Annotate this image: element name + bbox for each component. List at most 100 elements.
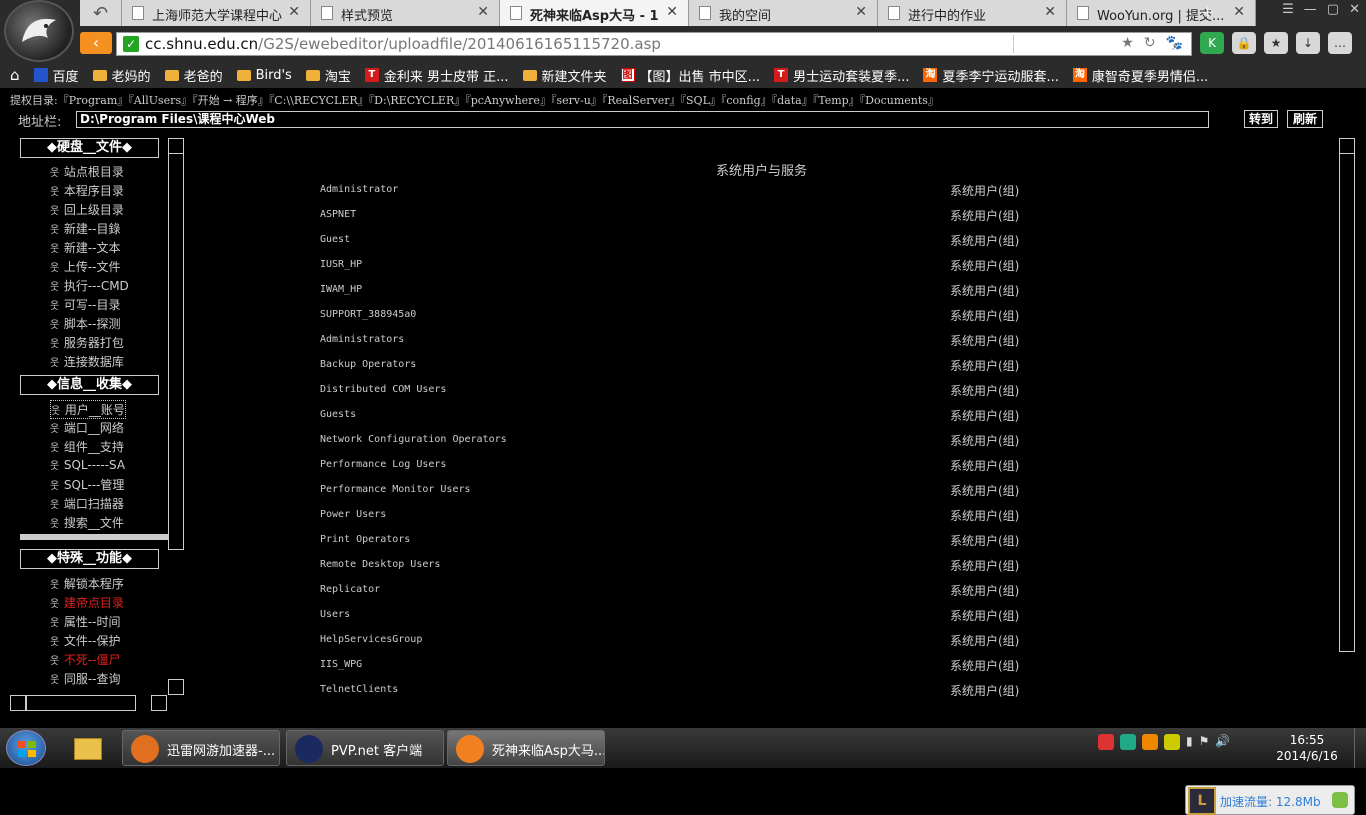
- browser-logo-icon[interactable]: [4, 0, 74, 62]
- menu-item[interactable]: 웃 搜索__文件: [50, 514, 124, 531]
- flag-icon[interactable]: ⚑: [1199, 734, 1210, 750]
- taskbar-item[interactable]: 死神来临Asp大马...: [447, 730, 605, 766]
- go-button[interactable]: 转到: [1244, 110, 1278, 128]
- qq-icon[interactable]: [1164, 734, 1180, 750]
- menu-item[interactable]: 웃 回上级目录: [50, 201, 124, 218]
- close-tab-icon[interactable]: ✕: [1044, 4, 1056, 20]
- menu-item[interactable]: 웃 SQL---管理: [50, 476, 124, 493]
- close-tab-icon[interactable]: ✕: [666, 4, 678, 20]
- bookmark-item[interactable]: T 男士运动套装夏季...: [774, 66, 909, 85]
- tool-icon[interactable]: [1142, 734, 1158, 750]
- start-button[interactable]: [6, 730, 46, 766]
- k-extension-icon[interactable]: K: [1200, 32, 1224, 54]
- download-icon[interactable]: ↓: [1296, 32, 1320, 54]
- volume-icon[interactable]: 🔊: [1215, 734, 1230, 750]
- bookmark-item[interactable]: 新建文件夹: [522, 66, 607, 85]
- scroll-arrow-button[interactable]: [168, 138, 184, 154]
- menu-item[interactable]: 웃 服务器打包: [50, 334, 124, 351]
- close-tab-icon[interactable]: ✕: [1233, 4, 1245, 20]
- scroll-arrow-button[interactable]: [10, 695, 26, 711]
- url-bar[interactable]: ✓ cc.shnu.edu.cn/G2S/ewebeditor/uploadfi…: [116, 32, 1192, 56]
- favorites-icon[interactable]: ★: [1264, 32, 1288, 54]
- scroll-arrow-button[interactable]: [168, 679, 184, 695]
- menu-item[interactable]: 웃 端口扫描器: [50, 495, 124, 512]
- browser-tab[interactable]: 样式预览 ✕: [311, 0, 500, 26]
- close-tab-icon[interactable]: ✕: [477, 4, 489, 20]
- menu-item[interactable]: 웃 SQL-----SA: [50, 457, 125, 472]
- more-icon[interactable]: …: [1328, 32, 1352, 54]
- person-icon: 웃: [50, 500, 60, 511]
- menu-item[interactable]: 웃 用户__账号: [50, 400, 126, 419]
- taskbar-item[interactable]: 迅雷网游加速器-...: [122, 730, 280, 766]
- menu-item[interactable]: 웃 文件--保护: [50, 632, 121, 649]
- explorer-taskbar-button[interactable]: [62, 730, 114, 766]
- network-icon[interactable]: ▮: [1186, 734, 1193, 750]
- refresh-button[interactable]: 刷新: [1287, 110, 1323, 128]
- browser-chrome: ↶ 上海师范大学课程中心 ✕ 样式预览 ✕ 死神来临Asp大马 - 1 ✕ 我的空间 ✕ 进行中…: [0, 0, 1366, 88]
- url-text[interactable]: cc.shnu.edu.cn/G2S/ewebeditor/uploadfile…: [145, 35, 661, 53]
- path-input[interactable]: D:\Program Files\课程中心Web: [76, 111, 1209, 128]
- close-window-button[interactable]: ✕: [1349, 2, 1360, 17]
- bookmark-item[interactable]: 百度: [33, 66, 79, 85]
- menu-item[interactable]: 웃 可写--目录: [50, 296, 121, 313]
- menu-item[interactable]: 웃 上传--文件: [50, 258, 121, 275]
- menu-icon[interactable]: ☰: [1282, 2, 1294, 17]
- left-hscroll-thumb[interactable]: [26, 695, 136, 711]
- clock[interactable]: 16:55 2014/6/16: [1272, 732, 1342, 764]
- menu-item[interactable]: 웃 端口__网络: [50, 419, 124, 436]
- right-scrollbar[interactable]: [1339, 138, 1355, 652]
- scroll-arrow-button[interactable]: [151, 695, 167, 711]
- flow-widget[interactable]: L 加速流量: 12.8Mb: [1185, 785, 1355, 815]
- sogou-icon[interactable]: [1098, 734, 1114, 750]
- left-scrollbar[interactable]: [168, 138, 184, 550]
- app-icon: [295, 735, 323, 763]
- menu-item[interactable]: 웃 新建--目錄: [50, 220, 121, 237]
- menu-item[interactable]: 웃 站点根目录: [50, 163, 124, 180]
- bookmark-item[interactable]: 淘夏季李宁运动服套...: [923, 66, 1059, 85]
- bookmark-item[interactable]: 老妈的: [92, 66, 151, 85]
- minimize-button[interactable]: —: [1304, 2, 1317, 17]
- menu-item[interactable]: 웃 新建--文本: [50, 239, 121, 256]
- menu-item[interactable]: 웃 组件__支持: [50, 438, 124, 455]
- bookmark-item[interactable]: 淘宝: [305, 66, 351, 85]
- browser-tab[interactable]: WooYun.org | 提交... ✕: [1067, 0, 1256, 26]
- close-tab-icon[interactable]: ✕: [855, 4, 867, 20]
- menu-item[interactable]: 웃 脚本--探测: [50, 315, 121, 332]
- bookmark-item[interactable]: 老爸的: [164, 66, 223, 85]
- menu-item-label: 用户__账号: [64, 403, 125, 417]
- security-icon[interactable]: [1120, 734, 1136, 750]
- menu-item[interactable]: 웃 建帝点目录: [50, 594, 124, 611]
- user-type: 系统用户(组): [950, 184, 1020, 198]
- menu-item[interactable]: 웃 连接数据库: [50, 353, 124, 370]
- menu-item[interactable]: 웃 属性--时间: [50, 613, 121, 630]
- search-icon[interactable]: ⌕: [1172, 35, 1181, 55]
- bookmark-item[interactable]: Bird's: [236, 68, 292, 83]
- menu-item[interactable]: 웃 不死--僵尸: [50, 651, 121, 668]
- menu-item[interactable]: 웃 解锁本程序: [50, 575, 124, 592]
- lock-icon[interactable]: 🔒: [1232, 32, 1256, 54]
- perm-dirs[interactable]: 提权目录:『Program』『AllUsers』『开始 → 程序』『C:\\RE…: [10, 92, 939, 108]
- browser-tab[interactable]: 进行中的作业 ✕: [878, 0, 1067, 26]
- back-history-icon[interactable]: ↶: [80, 0, 122, 26]
- show-desktop-button[interactable]: [1354, 728, 1366, 768]
- bookmark-item[interactable]: 图【图】出售 市中区...: [620, 66, 760, 85]
- menu-item[interactable]: 웃 本程序目录: [50, 182, 124, 199]
- bookmark-item[interactable]: T 金利来 男士皮带 正...: [364, 66, 509, 85]
- new-tab-button[interactable]: +: [1200, 2, 1215, 23]
- left-scroll-track[interactable]: [20, 534, 168, 540]
- close-tab-icon[interactable]: ✕: [288, 4, 300, 20]
- back-button[interactable]: ‹: [80, 32, 112, 54]
- menu-item[interactable]: 웃 执行---CMD: [50, 277, 129, 294]
- search-input[interactable]: ⌕: [1013, 35, 1185, 55]
- menu-item-label: SQL---管理: [63, 478, 125, 492]
- browser-tab[interactable]: 我的空间 ✕: [689, 0, 878, 26]
- menu-item[interactable]: 웃 同服--查询: [50, 670, 121, 687]
- maximize-button[interactable]: ▢: [1327, 2, 1339, 17]
- menu-item-label: 本程序目录: [63, 184, 124, 198]
- tmall-icon: T: [774, 68, 789, 82]
- taskbar-item[interactable]: PVP.net 客户端: [286, 730, 444, 766]
- home-icon[interactable]: ⌂: [10, 66, 20, 84]
- browser-tab[interactable]: 死神来临Asp大马 - 1 ✕: [500, 0, 689, 26]
- browser-tab[interactable]: 上海师范大学课程中心 ✕: [122, 0, 311, 26]
- bookmark-item[interactable]: 淘康智奇夏季男情侣...: [1072, 66, 1208, 85]
